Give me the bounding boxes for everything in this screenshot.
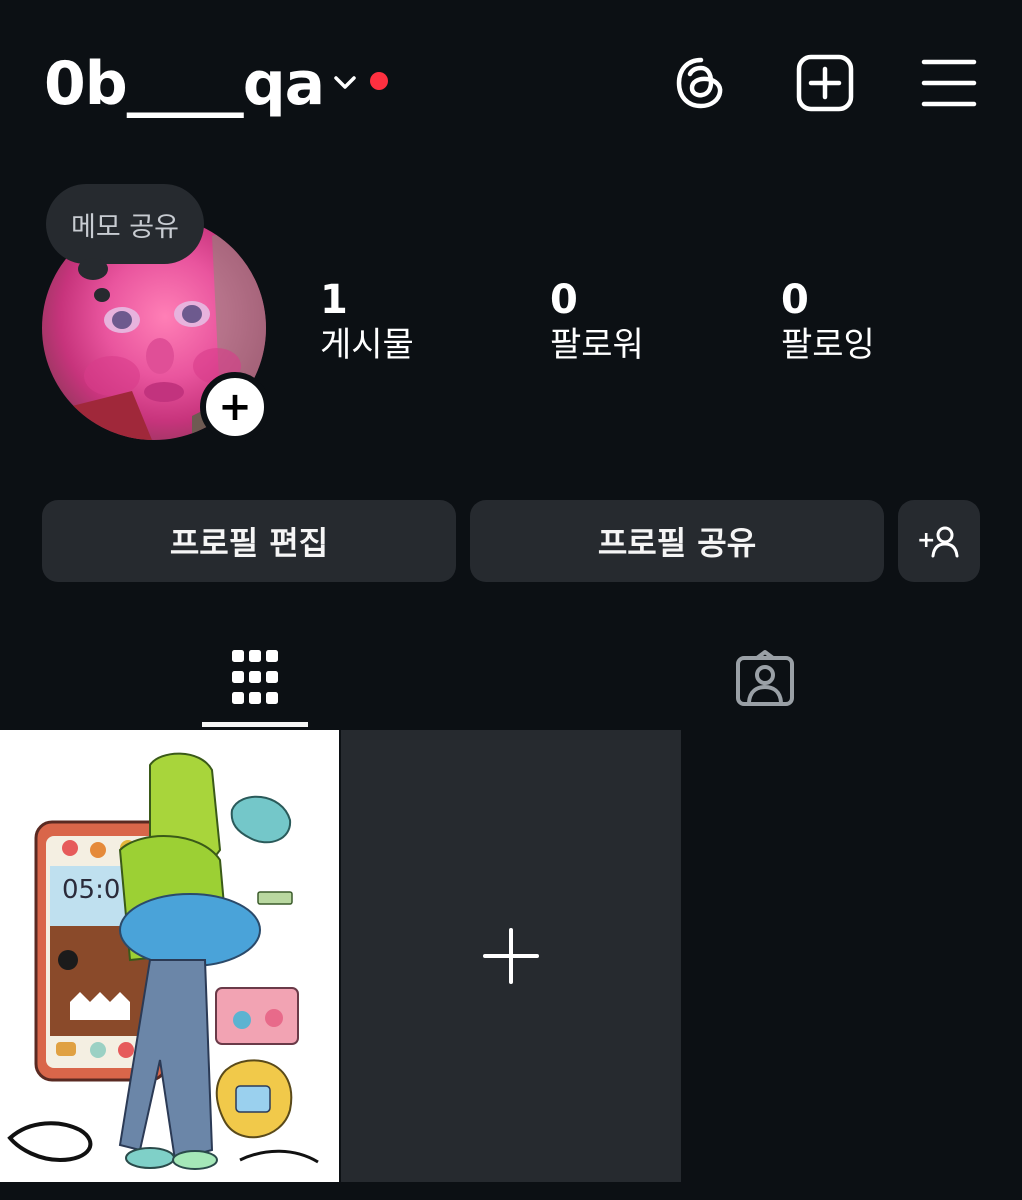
thought-bubble-dot xyxy=(94,288,110,302)
tagged-person-icon xyxy=(736,650,794,706)
posts-stat[interactable]: 1 게시물 xyxy=(320,278,414,368)
following-stat[interactable]: 0 팔로잉 xyxy=(781,278,875,368)
edit-profile-label: 프로필 편집 xyxy=(169,524,329,562)
share-profile-button[interactable]: 프로필 공유 xyxy=(470,500,884,582)
followers-count: 0 xyxy=(550,277,578,323)
post-thumbnail[interactable]: 05:01 xyxy=(0,730,339,1182)
following-label: 팔로잉 xyxy=(781,325,875,365)
tab-tagged[interactable] xyxy=(712,628,818,728)
notification-dot xyxy=(370,72,388,90)
plus-square-icon[interactable] xyxy=(794,52,856,114)
username-title[interactable]: 0b____qa xyxy=(44,52,325,116)
top-bar: 0b____qa xyxy=(0,0,1022,170)
threads-icon[interactable] xyxy=(670,52,732,114)
share-profile-label: 프로필 공유 xyxy=(597,524,757,562)
followers-stat[interactable]: 0 팔로워 xyxy=(550,278,644,368)
edit-profile-button[interactable]: 프로필 편집 xyxy=(42,500,456,582)
grid-icon xyxy=(232,650,278,704)
following-count: 0 xyxy=(781,277,809,323)
plus-icon xyxy=(483,928,539,984)
add-post-tile[interactable] xyxy=(341,730,681,1182)
add-story-button[interactable]: + xyxy=(200,372,270,442)
active-tab-indicator xyxy=(202,722,308,727)
plus-sign: + xyxy=(917,528,935,553)
posts-count: 1 xyxy=(320,277,348,323)
discover-people-button[interactable]: + xyxy=(898,500,980,582)
posts-label: 게시물 xyxy=(320,325,414,365)
add-person-icon: + xyxy=(917,526,959,558)
chevron-down-icon[interactable] xyxy=(330,70,360,94)
illustration-thumbnail: 05:01 xyxy=(0,730,339,1182)
plus-icon: + xyxy=(218,384,252,430)
tab-posts-grid[interactable] xyxy=(202,628,308,728)
memo-share-label: 메모 공유 xyxy=(71,211,179,243)
thought-bubble-dot xyxy=(78,258,108,280)
hamburger-icon[interactable] xyxy=(918,52,980,114)
memo-share-bubble[interactable]: 메모 공유 xyxy=(46,184,204,264)
followers-label: 팔로워 xyxy=(550,325,644,365)
